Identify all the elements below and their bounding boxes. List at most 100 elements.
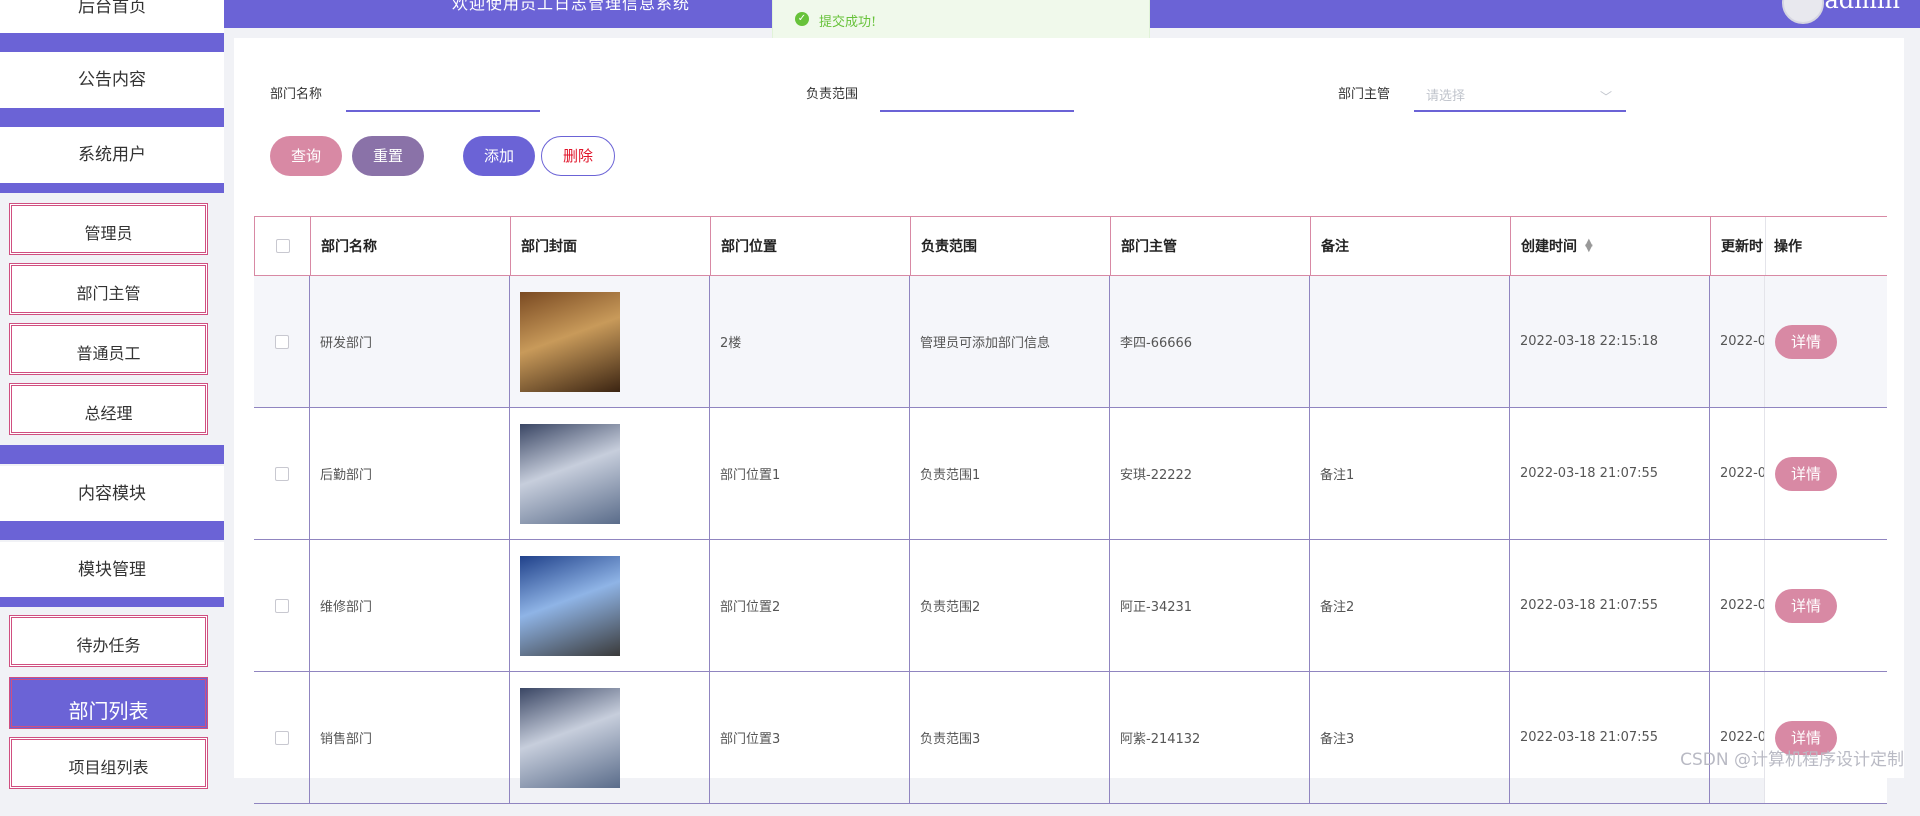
sidebar-divider — [0, 597, 224, 607]
query-button[interactable]: 查询 — [270, 136, 342, 176]
cell-dept-name: 后勤部门 — [309, 408, 509, 539]
header-created[interactable]: 创建时间 ▲ ▼ — [1510, 217, 1710, 275]
dept-name-label: 部门名称 — [270, 87, 323, 102]
cell-note: 备注2 — [1309, 540, 1509, 671]
detail-button[interactable]: 详情 — [1775, 588, 1837, 623]
header-updated: 更新时 — [1710, 217, 1770, 275]
content-panel: 部门名称 负责范围 部门主管 请选择 ﹀ 查询 重置 添加 删除 部门名称 部门… — [234, 38, 1904, 804]
dept-cover-image[interactable] — [520, 555, 620, 656]
cell-created: 2022-03-18 21:07:55 — [1509, 540, 1709, 671]
row-select-cell — [254, 276, 309, 407]
cell-location: 部门位置1 — [709, 408, 909, 539]
cell-note: 备注3 — [1309, 672, 1509, 803]
cell-cover — [509, 276, 709, 407]
cell-manager: 阿紫-214132 — [1109, 672, 1309, 803]
dept-cover-image[interactable] — [520, 423, 620, 524]
sidebar-item-todo[interactable]: 待办任务 — [9, 615, 208, 667]
sidebar-item-module-management[interactable]: 模块管理 — [0, 542, 224, 598]
sidebar-item-home[interactable]: 后台首页 — [0, 0, 224, 33]
watermark: CSDN @计算机程序设计定制 — [1680, 750, 1904, 770]
cell-updated: 2022-0 — [1709, 276, 1769, 407]
scope-label: 负责范围 — [806, 87, 859, 102]
cell-created: 2022-03-18 21:07:55 — [1509, 672, 1709, 803]
cell-scope: 负责范围1 — [909, 408, 1109, 539]
cell-updated: 2022-0 — [1709, 408, 1769, 539]
sidebar-item-general-manager[interactable]: 总经理 — [9, 383, 208, 435]
row-checkbox[interactable] — [274, 598, 289, 613]
row-checkbox[interactable] — [274, 334, 289, 349]
cell-actions: 详情 — [1764, 276, 1887, 407]
dept-table: 部门名称 部门封面 部门位置 负责范围 部门主管 备注 创建时间 ▲ ▼ 更新时 操… — [254, 216, 1887, 816]
detail-button[interactable]: 详情 — [1775, 456, 1837, 491]
manager-select-placeholder: 请选择 — [1426, 89, 1466, 104]
cell-actions: 详情 — [1764, 540, 1887, 671]
sidebar-item-admin[interactable]: 管理员 — [9, 203, 208, 255]
header-scope: 负责范围 — [910, 217, 1110, 275]
table-header: 部门名称 部门封面 部门位置 负责范围 部门主管 备注 创建时间 ▲ ▼ 更新时 操… — [254, 216, 1887, 276]
sidebar-divider — [0, 33, 224, 52]
sidebar: 后台首页 公告内容 系统用户 管理员 部门主管 普通员工 总经理 内容模块 模块… — [0, 0, 224, 789]
row-select-cell — [254, 408, 309, 539]
cell-updated: 2022-0 — [1709, 540, 1769, 671]
dept-cover-image[interactable] — [520, 291, 620, 392]
delete-button[interactable]: 删除 — [541, 136, 615, 176]
sidebar-item-content-module[interactable]: 内容模块 — [0, 466, 224, 522]
select-all-checkbox[interactable] — [275, 239, 290, 253]
sidebar-item-announcements[interactable]: 公告内容 — [0, 52, 224, 108]
header-dept-cover: 部门封面 — [510, 217, 710, 275]
cell-updated: 2022-0 — [1709, 672, 1769, 803]
check-circle-icon: ✓ — [795, 12, 809, 26]
manager-select[interactable]: 请选择 ﹀ — [1414, 82, 1626, 112]
header-dept-location: 部门位置 — [710, 217, 910, 275]
sidebar-divider — [0, 521, 224, 540]
cell-note — [1309, 276, 1509, 407]
add-button[interactable]: 添加 — [463, 136, 535, 176]
table-row: 维修部门 部门位置2 负责范围2 阿正-34231 备注2 2022-03-18 21:0… — [254, 540, 1887, 672]
sidebar-item-project-groups[interactable]: 项目组列表 — [9, 737, 208, 789]
reset-button[interactable]: 重置 — [352, 136, 424, 176]
row-select-cell — [254, 672, 309, 803]
cell-note: 备注1 — [1309, 408, 1509, 539]
cell-location: 2楼 — [709, 276, 909, 407]
row-checkbox[interactable] — [274, 730, 289, 745]
cell-scope: 负责范围2 — [909, 540, 1109, 671]
cell-cover — [509, 672, 709, 803]
table-row: 研发部门 2楼 管理员可添加部门信息 李四-66666 2022-03-18 22:15… — [254, 276, 1887, 408]
cell-location: 部门位置3 — [709, 672, 909, 803]
scope-input[interactable] — [880, 82, 1074, 112]
detail-button[interactable]: 详情 — [1775, 324, 1837, 359]
cell-manager: 安琪-22222 — [1109, 408, 1309, 539]
cell-created: 2022-03-18 21:07:55 — [1509, 408, 1709, 539]
toast-message: 提交成功! — [819, 15, 877, 30]
cell-location: 部门位置2 — [709, 540, 909, 671]
welcome-title: 欢迎使用员工日志管理信息系统 — [452, 0, 691, 13]
sidebar-divider — [0, 445, 224, 464]
dept-cover-image[interactable] — [520, 687, 620, 788]
avatar[interactable] — [1782, 0, 1824, 24]
user-name[interactable]: admin — [1824, 0, 1900, 14]
cell-cover — [509, 540, 709, 671]
chevron-down-icon: ﹀ — [1599, 90, 1612, 104]
cell-dept-name: 维修部门 — [309, 540, 509, 671]
cell-dept-name: 销售部门 — [309, 672, 509, 803]
sidebar-item-system-users[interactable]: 系统用户 — [0, 127, 224, 183]
manager-label: 部门主管 — [1338, 87, 1391, 102]
header-created-label: 创建时间 — [1521, 239, 1577, 255]
cell-cover — [509, 408, 709, 539]
cell-manager: 阿正-34231 — [1109, 540, 1309, 671]
sidebar-item-dept-manager[interactable]: 部门主管 — [9, 263, 208, 315]
select-all-cell — [255, 217, 310, 275]
row-checkbox[interactable] — [274, 466, 289, 481]
header-manager: 部门主管 — [1110, 217, 1310, 275]
cell-dept-name: 研发部门 — [309, 276, 509, 407]
table-row: 后勤部门 部门位置1 负责范围1 安琪-22222 备注1 2022-03-18 21:0… — [254, 408, 1887, 540]
dept-name-input[interactable] — [346, 82, 540, 112]
sidebar-item-staff[interactable]: 普通员工 — [9, 323, 208, 375]
sort-icon[interactable]: ▲ ▼ — [1585, 238, 1593, 254]
header-dept-name[interactable]: 部门名称 — [310, 217, 510, 275]
sidebar-item-dept-list[interactable]: 部门列表 — [9, 677, 208, 729]
header-actions: 操作 — [1765, 217, 1887, 275]
cell-scope: 负责范围3 — [909, 672, 1109, 803]
header-note: 备注 — [1310, 217, 1510, 275]
cell-manager: 李四-66666 — [1109, 276, 1309, 407]
